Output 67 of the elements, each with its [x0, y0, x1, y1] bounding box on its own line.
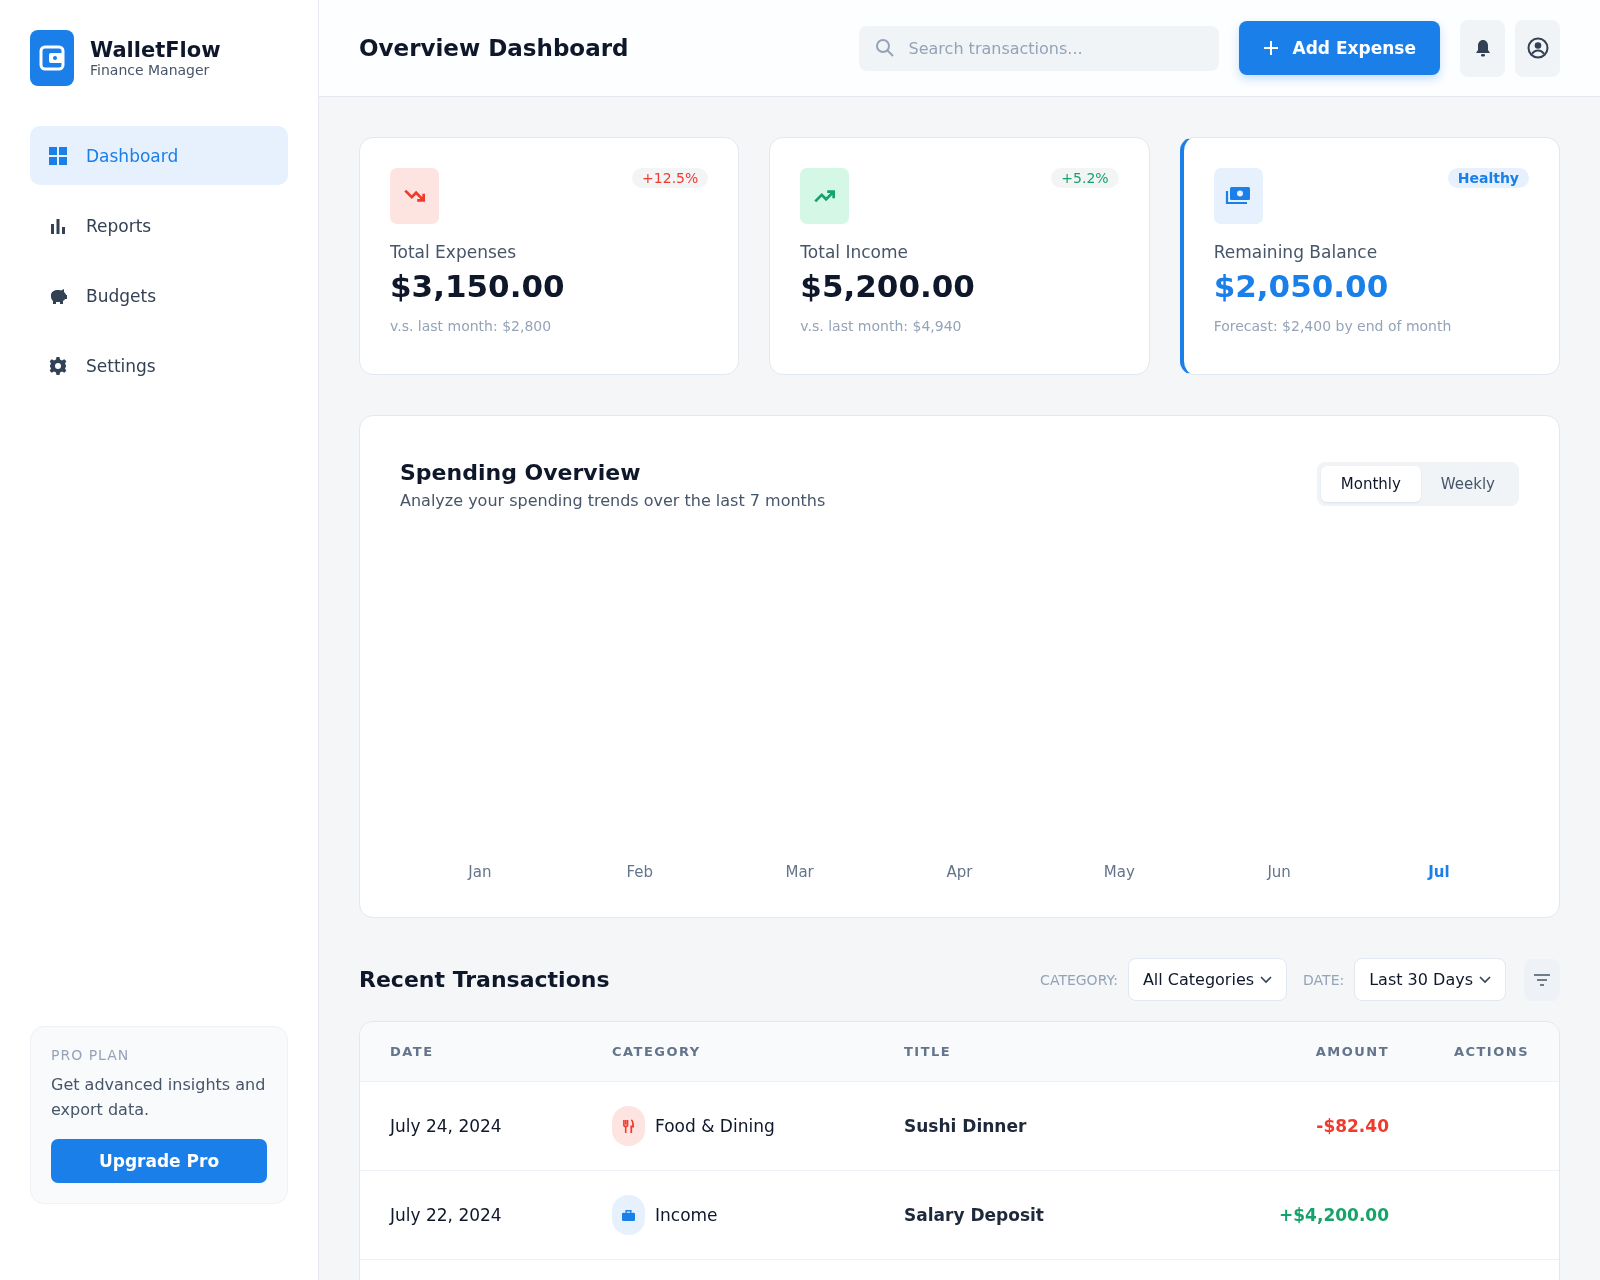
nav-item[interactable]: Dashboard — [30, 126, 288, 185]
filter-label: CATEGORY: — [1040, 971, 1118, 988]
nav-item[interactable]: Reports — [30, 196, 288, 255]
column-header: CATEGORY — [612, 1044, 702, 1059]
section-title: Recent Transactions — [359, 967, 610, 992]
period-tab[interactable]: Monthly — [1320, 466, 1421, 502]
grid-icon — [48, 145, 68, 166]
title-cell-text: Salary Deposit — [904, 1205, 1045, 1225]
filter-dropdown[interactable]: Last 30 Days — [1354, 958, 1506, 1001]
amount-cell-text: -$82.40 — [1315, 1116, 1389, 1136]
stat-value: $3,150.00 — [390, 268, 566, 304]
brand-subtitle: Finance Manager — [90, 62, 211, 78]
add-expense-button[interactable]: Add Expense — [1238, 21, 1440, 75]
filter-dropdown[interactable]: All Categories — [1127, 958, 1288, 1001]
filter-icon — [1533, 973, 1551, 986]
title-cell-text: Sushi Dinner — [904, 1116, 1028, 1136]
column-header: DATE — [390, 1044, 435, 1059]
stat-note: v.s. last month: $2,800 — [390, 318, 553, 334]
card-subtitle: Analyze your spending trends over the last 7 months — [400, 491, 826, 510]
column-header: TITLE — [904, 1044, 953, 1059]
column-header: AMOUNT — [1314, 1044, 1389, 1059]
plus-icon — [1262, 40, 1279, 56]
upgrade-button[interactable]: Upgrade Pro — [51, 1139, 267, 1183]
category-cell: Income — [655, 1205, 718, 1225]
search-icon — [874, 37, 895, 58]
month-label: Mar — [784, 863, 815, 881]
change-badge: +5.2% — [1051, 168, 1119, 188]
notifications-button[interactable] — [1460, 19, 1505, 77]
change-badge: +12.5% — [632, 168, 709, 188]
page-title: Overview Dashboard — [359, 35, 630, 61]
filter-label: DATE: — [1303, 971, 1345, 988]
brand-name: WalletFlow — [90, 38, 221, 62]
chevron-down-icon — [1260, 975, 1273, 984]
month-label: Feb — [625, 863, 655, 881]
filter-button[interactable] — [1524, 958, 1560, 1001]
stat-value: $5,200.00 — [800, 268, 976, 304]
month-label: Jan — [466, 863, 493, 881]
month-label: Apr — [945, 863, 974, 881]
profile-button[interactable] — [1515, 19, 1560, 77]
month-label: Jul — [1426, 863, 1451, 881]
nav-item[interactable]: Budgets — [30, 266, 288, 325]
search-field[interactable]: Search transactions... — [858, 25, 1219, 71]
fork-knife-icon — [622, 1118, 635, 1134]
briefcase-icon — [621, 1208, 636, 1222]
date-cell-text: July 24, 2024 — [390, 1116, 503, 1136]
wallet-logo-icon — [30, 30, 74, 86]
date-cell-text: July 22, 2024 — [390, 1205, 503, 1225]
category-cell: Food & Dining — [655, 1116, 775, 1136]
stat-label: Total Expenses — [390, 242, 518, 262]
period-tab[interactable]: Weekly — [1420, 466, 1515, 502]
settings-icon — [48, 355, 68, 376]
nav-item[interactable]: Settings — [30, 336, 288, 395]
card-title: Spending Overview — [400, 460, 642, 485]
stat-note: v.s. last month: $4,940 — [800, 318, 963, 334]
stat-note: Forecast: $2,400 by end of month — [1213, 318, 1453, 334]
stat-label: Remaining Balance — [1213, 242, 1379, 262]
promo-text: Get advanced insights and export data. — [51, 1074, 267, 1122]
month-label: May — [1102, 863, 1136, 881]
chevron-down-icon — [1479, 975, 1491, 984]
user-icon — [1526, 37, 1549, 59]
plan-label: PRO PLAN — [51, 1047, 131, 1064]
month-label: Jun — [1265, 863, 1292, 881]
stat-label: Total Income — [800, 242, 909, 262]
column-header: ACTIONS — [1452, 1044, 1529, 1059]
stat-value: $2,050.00 — [1213, 268, 1390, 304]
amount-cell-text: +$4,200.00 — [1278, 1205, 1389, 1225]
change-badge: Healthy — [1447, 168, 1529, 188]
